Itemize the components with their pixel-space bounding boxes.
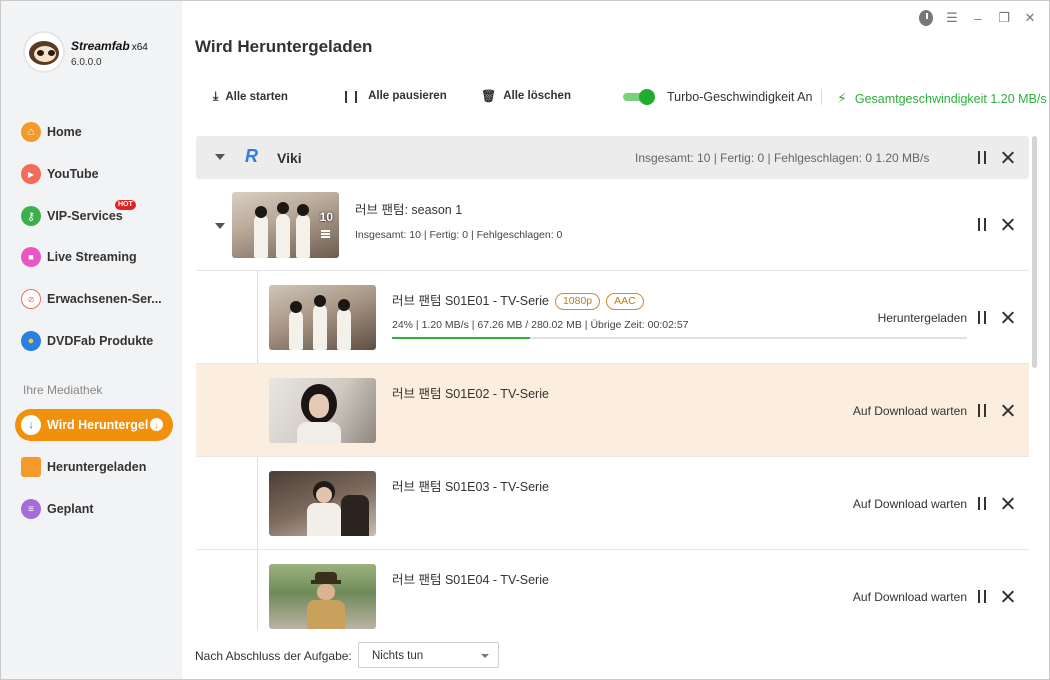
viki-logo-icon: R [245,146,258,166]
youtube-icon: ▶ [21,164,41,184]
episode-thumbnail [269,564,376,629]
total-speed: ⚡︎ Gesamtgeschwindigkeit 1.20 MB/s [837,90,1047,106]
toolbar: ⤓ Alle starten ❙❙ Alle pausieren 🗑︎ Alle… [195,85,1047,109]
delete-all-button[interactable]: 🗑︎ Alle löschen [481,89,571,103]
season-stats: Insgesamt: 10 | Fertig: 0 | Fehlgeschlag… [355,229,563,241]
pause-icon: ❙❙ [341,89,362,103]
episode-pause-icon[interactable] [977,590,987,603]
episode-close-icon[interactable] [1002,497,1015,510]
turbo-label: Turbo-Geschwindigkeit An [667,90,813,104]
no-18-icon: ⊘ [21,289,41,309]
hot-badge: HOT [115,200,136,210]
sidebar-item-scheduled[interactable]: ≡ Geplant [15,493,173,525]
clock-icon[interactable] [919,9,933,27]
episode-pause-icon[interactable] [977,404,987,417]
sidebar-item-downloaded[interactable]: Heruntergeladen [15,451,173,483]
key-icon: ⚷ [21,206,41,226]
menu-icon[interactable]: ☰ [945,9,959,27]
app-version: 6.0.0.0 [71,57,102,68]
after-task-label: Nach Abschluss der Aufgabe: [195,649,352,663]
download-icon: ↓ [21,415,41,435]
episode-stats: 24% | 1.20 MB/s | 67.26 MB / 280.02 MB |… [392,319,689,331]
page-title: Wird Heruntergeladen [195,37,373,56]
sidebar-item-home[interactable]: ⌂ Home [15,116,173,148]
after-task-select[interactable]: Nichts tun [358,642,499,668]
episode-title: 러브 팬텀 S01E01 - TV-Serie 1080p AAC [392,290,644,310]
episode-thumbnail [269,471,376,536]
minimize-icon[interactable]: – [971,9,985,27]
sidebar-item-youtube[interactable]: ▶ YouTube [15,158,173,190]
download-arrow-icon: ⤓ [213,89,219,103]
window-close-icon[interactable]: ✕ [1023,9,1037,27]
folder-icon [21,457,41,477]
sidebar-item-vip-services[interactable]: ⚷ VIP-Services HOT [15,200,173,232]
download-progress-bar [392,337,967,339]
episode-thumbnail [269,378,376,443]
season-pause-icon[interactable] [977,218,987,231]
episode-row: 러브 팬텀 S01E01 - TV-Serie 1080p AAC 24% | 1.… [196,271,1029,364]
restore-icon[interactable]: ❐ [997,9,1011,27]
sidebar-item-downloading[interactable]: ↓ Wird Heruntergel ↓ [15,409,173,441]
collapse-caret-icon[interactable] [215,154,225,160]
lightning-icon: ⚡︎ [837,90,847,106]
episode-status: Auf Download warten [852,590,967,604]
download-list: R Viki Insgesamt: 10 | Fertig: 0 | Fehlg… [196,136,1029,631]
sloth-logo-icon [23,31,65,73]
episode-status: Auf Download warten [852,497,967,511]
episode-close-icon[interactable] [1002,590,1015,603]
episode-title: 러브 팬텀 S01E02 - TV-Serie [392,387,549,401]
episode-status: Auf Download warten [852,404,967,418]
season-title: 러브 팬텀: season 1 [355,203,463,217]
season-row: 10 러브 팬텀: season 1 Insgesamt: 10 | Ferti… [196,179,1029,271]
dvdfab-icon: ● [21,331,41,351]
app-window: Streamfab x64 6.0.0.0 ⌂ Home ▶ YouTube ⚷ … [0,0,1050,680]
app-name: Streamfab x64 [71,39,148,53]
season-caret-icon[interactable] [215,223,225,229]
turbo-toggle[interactable] [623,89,655,105]
sidebar-item-adult-series[interactable]: ⊘ Erwachsenen-Ser... [15,283,173,315]
episode-close-icon[interactable] [1002,311,1015,324]
sidebar-item-dvdfab-products[interactable]: ● DVDFab Produkte [15,325,173,357]
camera-icon: ■ [21,247,41,267]
episode-close-icon[interactable] [1002,404,1015,417]
episode-title: 러브 팬텀 S01E03 - TV-Serie [392,480,549,494]
toolbar-divider [821,89,822,105]
sidebar: Streamfab x64 6.0.0.0 ⌂ Home ▶ YouTube ⚷ … [1,1,182,679]
start-all-button[interactable]: ⤓ Alle starten [213,89,288,104]
audio-tag: AAC [606,293,644,310]
episode-row: 러브 팬텀 S01E02 - TV-Serie Auf Download war… [196,364,1029,457]
group-close-icon[interactable] [1002,151,1015,164]
group-pause-icon[interactable] [977,151,987,164]
group-header: R Viki Insgesamt: 10 | Fertig: 0 | Fehlg… [196,136,1029,179]
pause-all-button[interactable]: ❙❙ Alle pausieren [341,89,447,103]
group-name: Viki [277,150,302,166]
list-scrollbar[interactable] [1032,136,1037,368]
season-close-icon[interactable] [1002,218,1015,231]
season-thumbnail: 10 [232,192,339,258]
episode-status: Heruntergeladen [877,311,967,325]
app-logo: Streamfab x64 6.0.0.0 [23,31,173,75]
footer-bar: Nach Abschluss der Aufgabe: Nichts tun [183,632,1049,679]
episode-row: 러브 팬텀 S01E03 - TV-Serie Auf Download war… [196,457,1029,550]
episode-pause-icon[interactable] [977,497,987,510]
library-section-label: Ihre Mediathek [23,383,103,397]
download-progress-fill [392,337,530,339]
season-episode-count: 10 [319,210,333,224]
trash-icon: 🗑︎ [481,89,497,103]
list-icon [321,230,330,238]
download-badge-icon: ↓ [150,418,163,431]
group-stats: Insgesamt: 10 | Fertig: 0 | Fehlgeschlag… [635,151,930,165]
sidebar-item-live-streaming[interactable]: ■ Live Streaming [15,241,173,273]
home-icon: ⌂ [21,122,41,142]
quality-tag: 1080p [554,293,601,310]
window-controls: ☰ – ❐ ✕ [919,9,1037,27]
episode-pause-icon[interactable] [977,311,987,324]
calendar-icon: ≡ [21,499,41,519]
chevron-down-icon [481,654,489,658]
episode-thumbnail [269,285,376,350]
episode-title: 러브 팬텀 S01E04 - TV-Serie [392,573,549,587]
episode-row: 러브 팬텀 S01E04 - TV-Serie Auf Download war… [196,550,1029,631]
